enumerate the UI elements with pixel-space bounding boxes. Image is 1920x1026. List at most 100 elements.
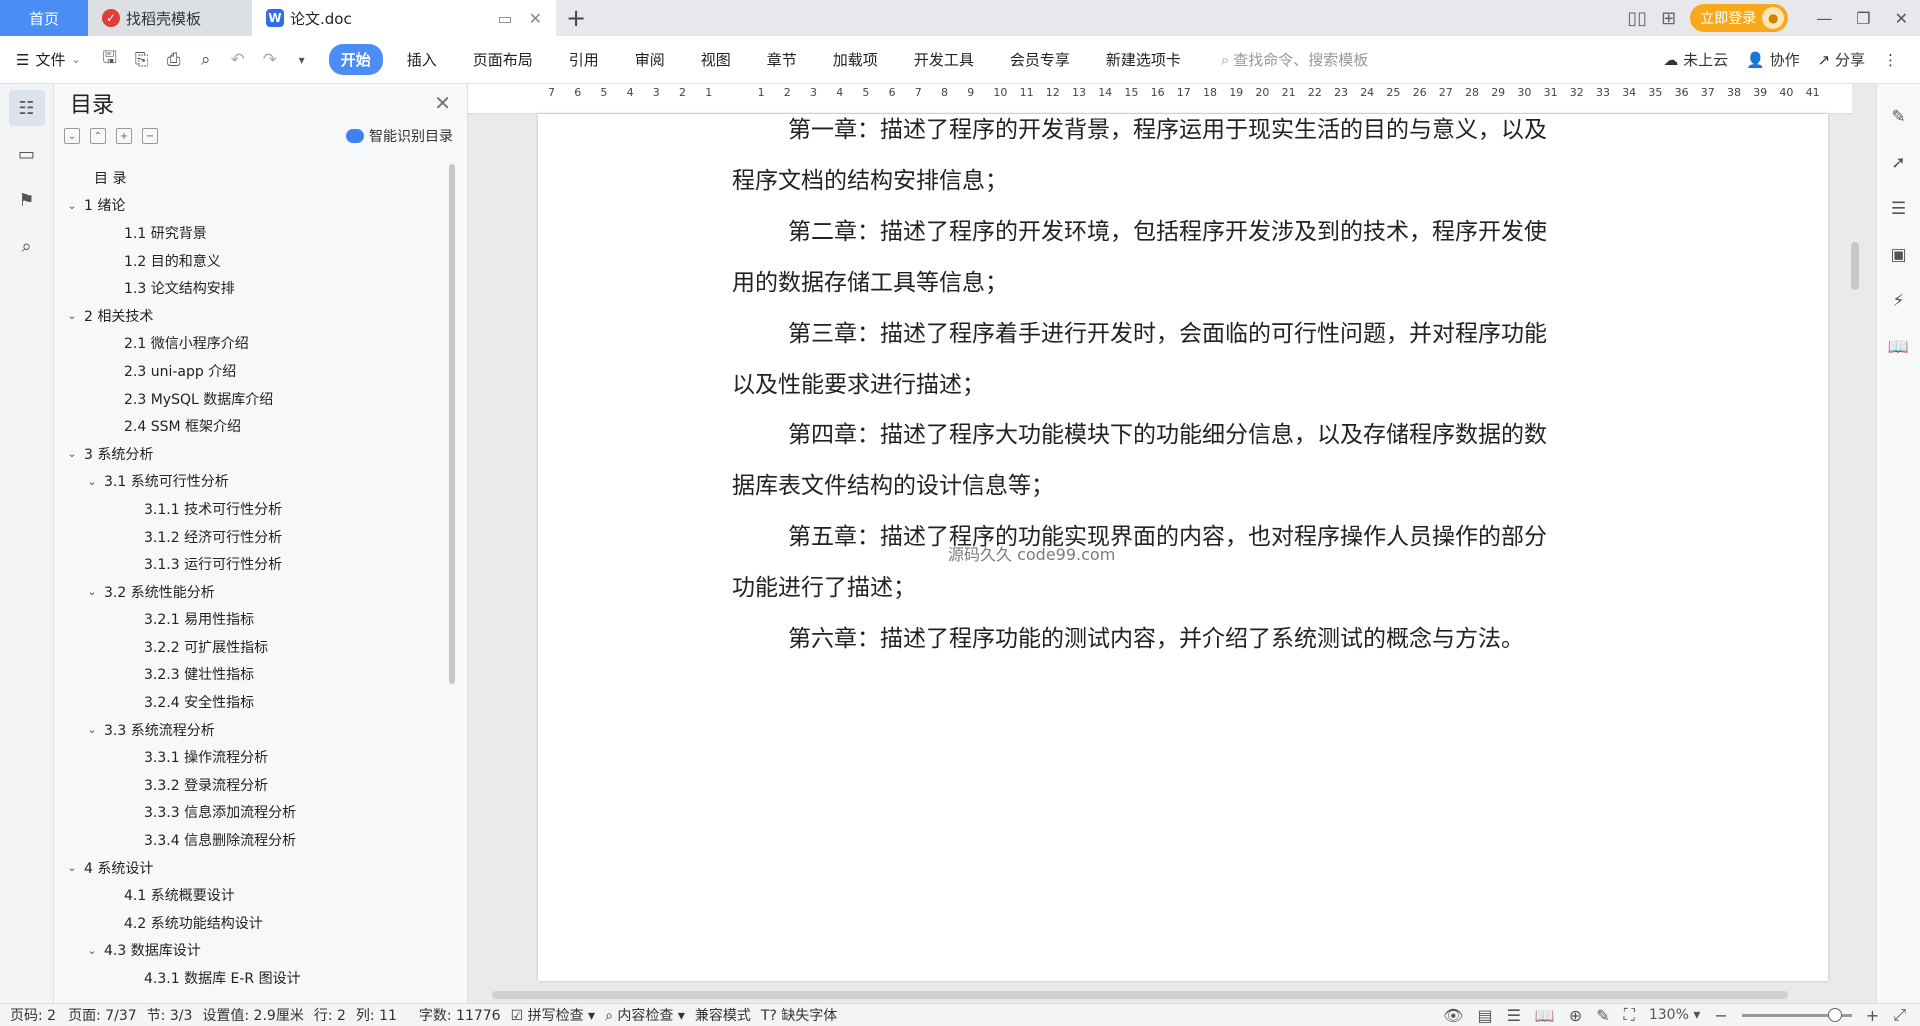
ribbon-tab[interactable]: 视图 — [689, 44, 743, 75]
horizontal-scrollbar[interactable] — [478, 989, 1808, 1001]
status-word-count[interactable]: 字数: 11776 — [419, 1005, 501, 1025]
toc-item[interactable]: ⌄ 3.3 系统流程分析 — [54, 716, 444, 744]
login-button[interactable]: 立即登录 ● — [1690, 4, 1789, 32]
web-view-icon[interactable]: ⊕ — [1569, 1006, 1582, 1025]
new-tab-button[interactable]: + — [556, 0, 596, 36]
zoom-slider[interactable] — [1741, 1007, 1852, 1022]
spell-check[interactable]: ☑ 拼写检查 ▾ — [511, 1005, 596, 1025]
navigation-pane-icon[interactable]: ▭ — [9, 136, 45, 172]
toc-item[interactable]: ⌄ 3.1 系统可行性分析 — [54, 468, 444, 496]
toc-item[interactable]: 3.2.3 健壮性指标 — [54, 661, 444, 689]
fullscreen-icon[interactable]: ⤢ — [1893, 1005, 1906, 1025]
ribbon-tab[interactable]: 引用 — [557, 44, 611, 75]
compat-mode[interactable]: 兼容模式 — [695, 1005, 751, 1025]
document-page[interactable]: 源码久久 code99.com 第一章：描述了程序的开发背景，程序运用于现实生活… — [538, 114, 1828, 981]
print-icon[interactable]: ⎙ — [163, 50, 185, 70]
remove-heading-icon[interactable]: − — [142, 128, 158, 144]
undo-icon[interactable]: ↶ — [227, 50, 249, 70]
sliders-icon[interactable]: ☰ — [1886, 196, 1912, 222]
file-menu[interactable]: ☰ 文件 ⌄ — [16, 49, 81, 70]
toc-item[interactable]: 3.3.4 信息删除流程分析 — [54, 826, 444, 854]
more-icon[interactable]: ⋮ — [1883, 51, 1898, 69]
export-pdf-icon[interactable]: ⎘ — [131, 50, 153, 70]
command-search[interactable]: ⌕ 查找命令、搜索模板 — [1221, 49, 1368, 70]
toc-item[interactable]: 2.4 SSM 框架介绍 — [54, 412, 444, 440]
zoom-in-icon[interactable]: + — [1866, 1006, 1879, 1025]
apps-grid-icon[interactable]: ⊞ — [1661, 8, 1676, 29]
expand-all-icon[interactable]: ⌄ — [64, 128, 80, 144]
toc-item[interactable]: 1.1 研究背景 — [54, 219, 444, 247]
pointer-icon[interactable]: ➚ — [1886, 150, 1912, 176]
bookmark-icon[interactable]: ⚑ — [9, 182, 45, 218]
tab-home[interactable]: 首页 — [0, 0, 88, 36]
share-button[interactable]: ↗ 分享 — [1818, 49, 1865, 70]
zoom-level[interactable]: 130% ▾ — [1649, 1007, 1701, 1023]
chevron-down-icon[interactable]: ⌄ — [84, 723, 100, 736]
toc-item[interactable]: 3.2.2 可扩展性指标 — [54, 633, 444, 661]
toc-item[interactable]: 4.3.1 数据库 E-R 图设计 — [54, 964, 444, 992]
status-setting[interactable]: 设置值: 2.9厘米 — [202, 1005, 303, 1025]
toc-item[interactable]: 4.1 系统概要设计 — [54, 881, 444, 909]
vertical-scrollbar[interactable] — [1848, 114, 1862, 974]
book-icon[interactable]: 📖 — [1886, 334, 1912, 360]
toc-item[interactable]: 3.3.3 信息添加流程分析 — [54, 799, 444, 827]
toc-item[interactable]: 3.2.1 易用性指标 — [54, 606, 444, 634]
restore-icon[interactable]: ❐ — [1856, 9, 1870, 28]
ribbon-tab[interactable]: 插入 — [395, 44, 449, 75]
toc-item[interactable]: ⌄ 1 绪论 — [54, 192, 444, 220]
toc-item[interactable]: ⌄ 3.2 系统性能分析 — [54, 578, 444, 606]
save-icon[interactable]: 🖫 — [99, 45, 121, 74]
toc-item[interactable]: ⌄ 4 系统设计 — [54, 854, 444, 882]
find-icon[interactable]: ⌕ — [9, 228, 45, 264]
toc-item[interactable]: 3.1.1 技术可行性分析 — [54, 495, 444, 523]
eye-protection-icon[interactable]: 👁 — [1443, 1006, 1463, 1025]
toc-item[interactable]: 2.3 uni-app 介绍 — [54, 357, 444, 385]
smart-toc-button[interactable]: 智能识别目录 — [346, 126, 453, 146]
redo-icon[interactable]: ↷ — [259, 50, 281, 70]
cloud-status[interactable]: ☁ 未上云 — [1663, 49, 1728, 70]
horizontal-scroll-thumb[interactable] — [492, 991, 1788, 999]
add-heading-icon[interactable]: + — [116, 128, 132, 144]
chevron-down-icon[interactable]: ⌄ — [84, 944, 100, 957]
toc-item[interactable]: 4.2 系统功能结构设计 — [54, 909, 444, 937]
close-icon[interactable]: ✕ — [434, 91, 451, 115]
chevron-down-icon[interactable]: ⌄ — [84, 585, 100, 598]
toc-item[interactable]: 2.3 MySQL 数据库介绍 — [54, 385, 444, 413]
pin-tab-icon[interactable]: ▭ — [497, 9, 512, 28]
toc-scrollbar[interactable] — [449, 164, 455, 684]
chevron-down-icon[interactable]: ⌄ — [64, 447, 80, 460]
toc-item[interactable]: 3.3.1 操作流程分析 — [54, 743, 444, 771]
fit-page-icon[interactable]: ⛶ — [1624, 1005, 1635, 1025]
toc-item[interactable]: 1.3 论文结构安排 — [54, 274, 444, 302]
ribbon-tab[interactable]: 审阅 — [623, 44, 677, 75]
chevron-down-icon[interactable]: ⌄ — [84, 475, 100, 488]
ribbon-tab[interactable]: 页面布局 — [461, 44, 545, 75]
toc-item[interactable]: 3.1.3 运行可行性分析 — [54, 550, 444, 578]
chevron-down-icon[interactable]: ⌄ — [64, 309, 80, 322]
writing-mode-icon[interactable]: ✎ — [1596, 1006, 1609, 1025]
tab-template[interactable]: ✓ 找稻壳模板 — [88, 0, 252, 36]
window-layout-icon[interactable]: ▯▯ — [1627, 8, 1647, 29]
status-page[interactable]: 页面: 7/37 — [68, 1005, 137, 1025]
missing-font[interactable]: T? 缺失字体 — [761, 1005, 837, 1025]
collapse-all-icon[interactable]: ⌃ — [90, 128, 106, 144]
outline-view-icon[interactable]: ☰ — [1507, 1006, 1521, 1025]
tab-document[interactable]: W 论文.doc ▭ ✕ — [252, 0, 556, 36]
pen-icon[interactable]: ✎ — [1886, 104, 1912, 130]
chevron-down-icon[interactable]: ⌄ — [64, 199, 80, 212]
status-section[interactable]: 节: 3/3 — [147, 1005, 193, 1025]
toc-item[interactable]: 3.3.2 登录流程分析 — [54, 771, 444, 799]
close-window-icon[interactable]: ✕ — [1895, 9, 1908, 28]
toc-panel-icon[interactable]: ☷ — [8, 90, 45, 126]
ribbon-tab[interactable]: 开发工具 — [902, 44, 986, 75]
zoom-out-icon[interactable]: − — [1714, 1006, 1727, 1025]
toc-item[interactable]: ⌄ 3 系统分析 — [54, 440, 444, 468]
vertical-scroll-thumb[interactable] — [1851, 242, 1859, 290]
ribbon-tab[interactable]: 加载项 — [821, 44, 890, 75]
toc-item[interactable]: 目 录 — [54, 164, 444, 192]
minimize-icon[interactable]: — — [1816, 9, 1832, 28]
toc-item[interactable]: 1.2 目的和意义 — [54, 247, 444, 275]
status-page-code[interactable]: 页码: 2 — [10, 1005, 56, 1025]
content-check[interactable]: ⌕ 内容检查 ▾ — [605, 1005, 685, 1025]
lightning-icon[interactable]: ⚡ — [1886, 288, 1912, 314]
